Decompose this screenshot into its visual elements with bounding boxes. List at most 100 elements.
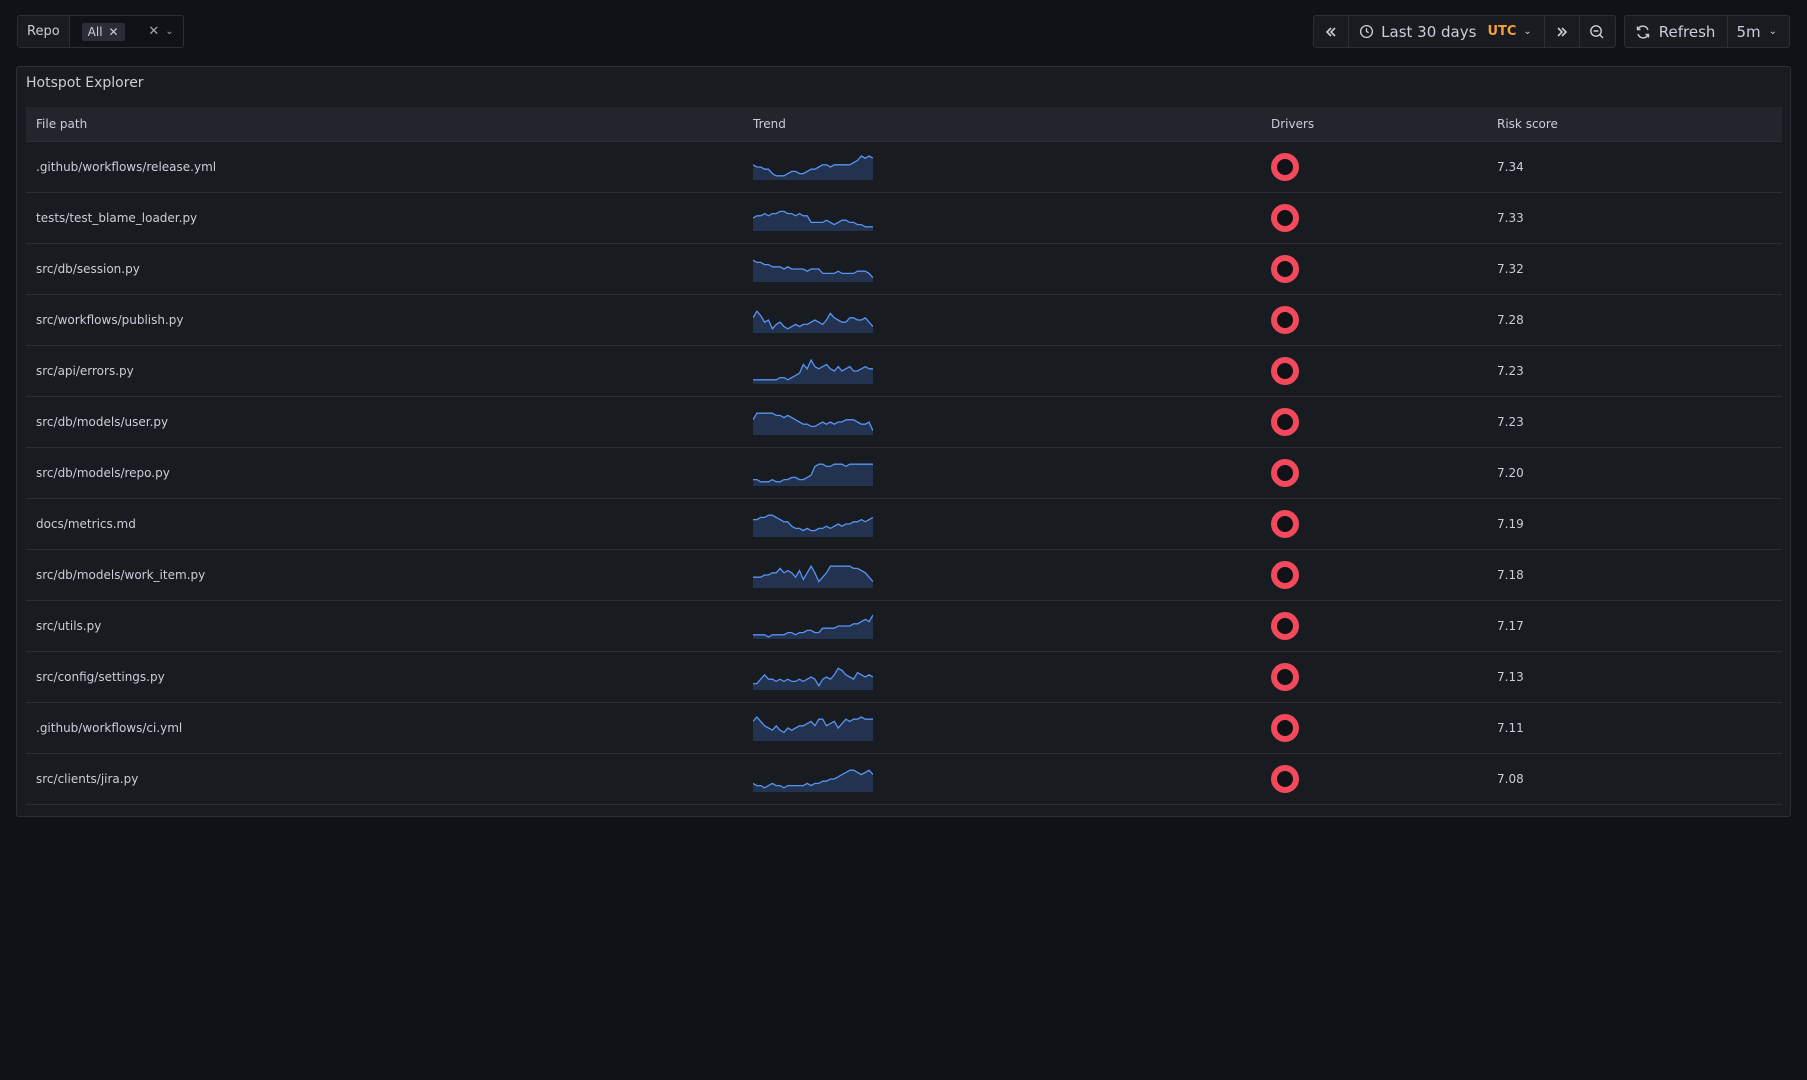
column-header-file-path[interactable]: File path: [26, 117, 753, 131]
dashboard-toolbar: Repo All ✕ ✕ ⌄ Last 30 days UTC ⌄ Refres…: [17, 15, 1790, 48]
file-path-cell: .github/workflows/release.yml: [36, 160, 217, 174]
drivers-cell: [1271, 204, 1497, 232]
trend-sparkline: [753, 463, 873, 486]
driver-ring-icon[interactable]: [1271, 204, 1299, 232]
time-shift-back-button[interactable]: [1314, 16, 1350, 47]
panel-title[interactable]: Hotspot Explorer: [26, 75, 144, 91]
file-path-cell: docs/metrics.md: [36, 517, 136, 531]
table-row[interactable]: src/workflows/publish.py 7.28: [26, 295, 1782, 346]
driver-ring-icon[interactable]: [1271, 357, 1299, 385]
trend-cell: [753, 358, 1271, 384]
risk-score-cell: 7.23: [1497, 415, 1524, 429]
file-path-cell: src/workflows/publish.py: [36, 313, 184, 327]
refresh-group: Refresh 5m ⌄: [1623, 15, 1790, 48]
table-row[interactable]: tests/test_blame_loader.py 7.33: [26, 193, 1782, 244]
risk-score-cell: 7.08: [1497, 772, 1524, 786]
file-path-cell: src/db/models/work_item.py: [36, 568, 206, 582]
sparkline-area: [753, 260, 873, 282]
chevron-down-icon[interactable]: ⌄: [165, 26, 173, 37]
table-row[interactable]: src/clients/jira.py 7.08: [26, 754, 1782, 805]
table-row[interactable]: src/db/models/work_item.py 7.18: [26, 550, 1782, 601]
driver-ring-icon[interactable]: [1271, 459, 1299, 487]
risk-score-cell: 7.19: [1497, 517, 1524, 531]
risk-score-cell: 7.28: [1497, 313, 1524, 327]
time-picker-group: Last 30 days UTC ⌄: [1313, 15, 1616, 48]
driver-ring-icon[interactable]: [1271, 561, 1299, 589]
drivers-cell: [1271, 357, 1497, 385]
refresh-button[interactable]: Refresh: [1625, 16, 1729, 47]
refresh-interval-picker[interactable]: 5m ⌄: [1728, 16, 1789, 47]
driver-ring-icon[interactable]: [1271, 153, 1299, 181]
risk-score-cell: 7.17: [1497, 619, 1524, 633]
trend-cell: [753, 715, 1271, 741]
driver-ring-icon[interactable]: [1271, 306, 1299, 334]
table-row[interactable]: .github/workflows/release.yml 7.34: [26, 142, 1782, 193]
remove-value-icon[interactable]: ✕: [109, 26, 119, 38]
table-body: .github/workflows/release.yml 7.34 tests/t…: [26, 142, 1782, 805]
trend-sparkline: [753, 210, 873, 231]
table-row[interactable]: src/db/models/repo.py 7.20: [26, 448, 1782, 499]
drivers-cell: [1271, 663, 1497, 691]
repo-value-text: All: [87, 24, 103, 39]
hotspot-explorer-panel: Hotspot Explorer File path Trend Drivers…: [16, 66, 1791, 817]
trend-cell: [753, 460, 1271, 486]
zoom-out-button[interactable]: [1580, 16, 1615, 47]
trend-sparkline: [753, 358, 873, 384]
time-range-picker[interactable]: Last 30 days UTC ⌄: [1349, 16, 1545, 47]
drivers-cell: [1271, 714, 1497, 742]
drivers-cell: [1271, 459, 1497, 487]
clock-icon: [1360, 24, 1374, 39]
drivers-cell: [1271, 510, 1497, 538]
driver-ring-icon[interactable]: [1271, 612, 1299, 640]
sync-icon: [1636, 24, 1649, 39]
table-row[interactable]: src/config/settings.py 7.13: [26, 652, 1782, 703]
trend-sparkline: [753, 667, 873, 690]
driver-ring-icon[interactable]: [1271, 255, 1299, 283]
file-path-cell: src/db/models/user.py: [36, 415, 169, 429]
column-header-drivers[interactable]: Drivers: [1271, 117, 1497, 131]
risk-score-cell: 7.13: [1497, 670, 1524, 684]
trend-cell: [753, 256, 1271, 282]
trend-sparkline: [753, 310, 873, 333]
column-header-trend[interactable]: Trend: [753, 117, 1271, 131]
driver-ring-icon[interactable]: [1271, 663, 1299, 691]
driver-ring-icon[interactable]: [1271, 408, 1299, 436]
risk-score-cell: 7.11: [1497, 721, 1524, 735]
table-row[interactable]: .github/workflows/ci.yml 7.11: [26, 703, 1782, 754]
trend-cell: [753, 562, 1271, 588]
file-path-cell: src/config/settings.py: [36, 670, 165, 684]
trend-cell: [753, 307, 1271, 333]
trend-cell: [753, 154, 1271, 180]
risk-score-cell: 7.18: [1497, 568, 1524, 582]
trend-cell: [753, 511, 1271, 537]
trend-sparkline: [753, 412, 873, 435]
repo-variable-select[interactable]: All ✕ ✕ ⌄: [70, 16, 183, 47]
table-row[interactable]: src/db/session.py 7.32: [26, 244, 1782, 295]
repo-variable: Repo All ✕ ✕ ⌄: [17, 15, 184, 48]
sparkline-area: [753, 464, 873, 486]
table-row[interactable]: src/db/models/user.py 7.23: [26, 397, 1782, 448]
trend-sparkline: [753, 514, 873, 537]
refresh-interval-label: 5m: [1736, 22, 1761, 41]
trend-cell: [753, 613, 1271, 639]
sparkline-area: [753, 413, 873, 435]
file-path-cell: src/db/session.py: [36, 262, 140, 276]
trend-sparkline: [753, 564, 873, 588]
driver-ring-icon[interactable]: [1271, 765, 1299, 793]
clear-icon[interactable]: ✕: [148, 25, 159, 38]
column-header-risk-score[interactable]: Risk score: [1497, 117, 1782, 131]
driver-ring-icon[interactable]: [1271, 510, 1299, 538]
trend-sparkline: [753, 769, 873, 792]
time-shift-forward-button[interactable]: [1545, 16, 1580, 47]
trend-cell: [753, 766, 1271, 792]
chevron-down-icon: ⌄: [1768, 26, 1777, 37]
risk-score-cell: 7.33: [1497, 211, 1524, 225]
table-row[interactable]: src/api/errors.py 7.23: [26, 346, 1782, 397]
driver-ring-icon[interactable]: [1271, 714, 1299, 742]
table-row[interactable]: src/utils.py 7.17: [26, 601, 1782, 652]
time-range-label: Last 30 days: [1381, 22, 1477, 41]
table-header: File path Trend Drivers Risk score: [26, 107, 1782, 142]
sparkline-area: [753, 311, 873, 333]
timezone-label: UTC: [1487, 24, 1517, 39]
table-row[interactable]: docs/metrics.md 7.19: [26, 499, 1782, 550]
